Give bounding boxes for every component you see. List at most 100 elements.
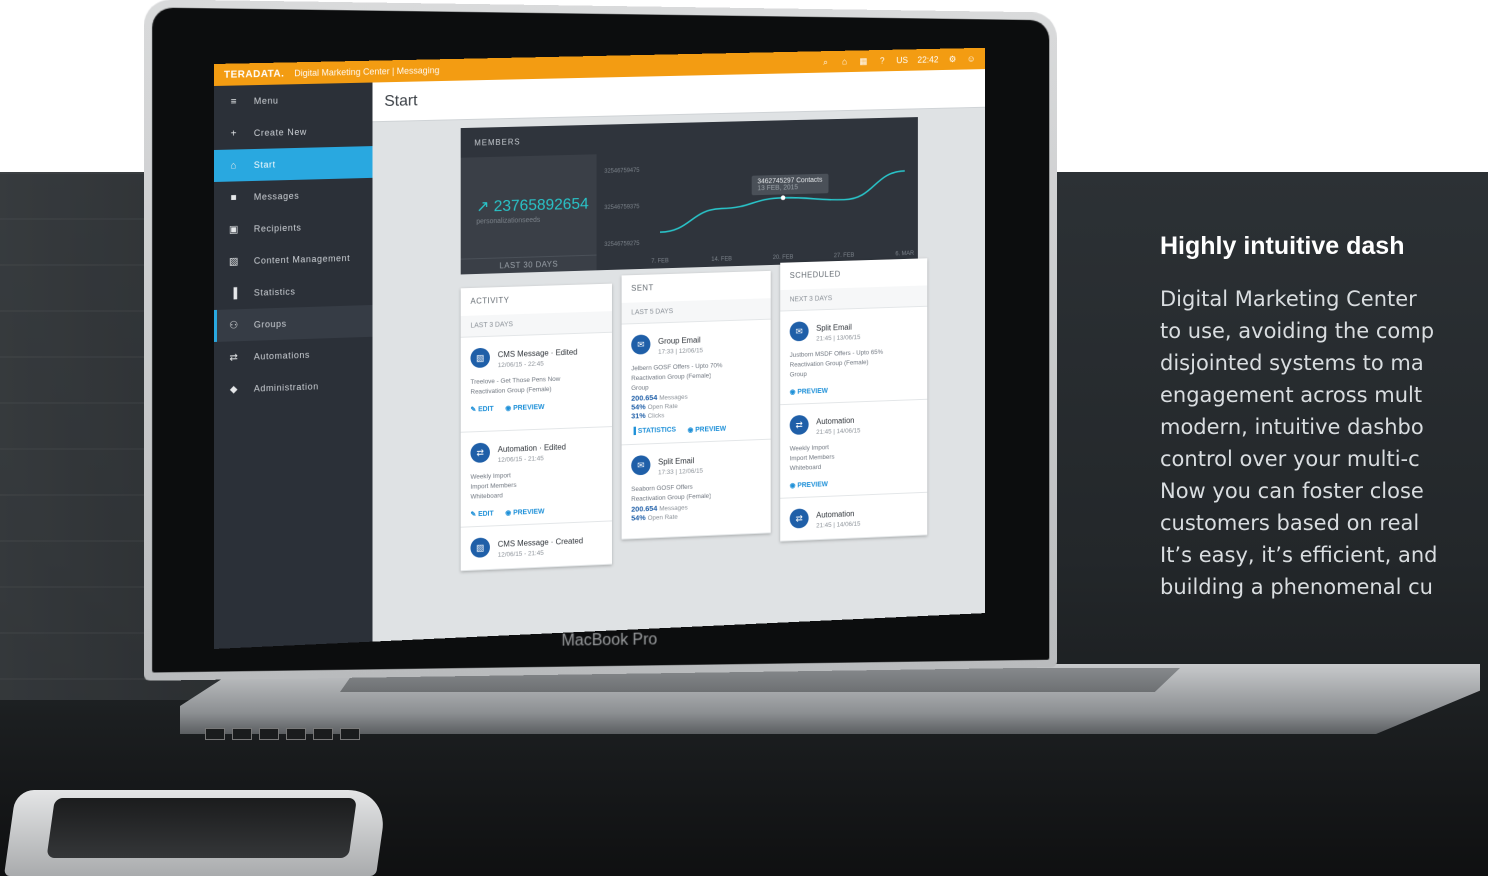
sidebar-item-recipients[interactable]: ▣ Recipients [214,210,373,246]
sidebar-item-label: Recipients [253,222,302,234]
preview-label: PREVIEW [513,403,545,413]
cms-message-icon: ▧ [470,347,490,368]
card-title: Automation [816,416,855,427]
region-label[interactable]: US [896,55,908,65]
phone-screen [46,798,357,858]
apps-grid-icon[interactable]: ▦ [859,56,868,66]
y-tick-label: 32546759275 [604,241,640,248]
x-tick-label: 20. FEB [773,255,794,261]
clock-label: 22:42 [917,54,939,65]
sidebar-item-label: Menu [253,95,279,107]
promo-line: Now you can foster close [1160,479,1424,503]
preview-label: PREVIEW [797,387,828,396]
port [232,728,252,740]
promo-heading: Highly intuitive dash [1160,232,1405,260]
activity-column: ACTIVITY LAST 3 DAYS ▧ CMS Message · Edit… [460,283,612,572]
automation-icon: ⇄ [789,507,809,529]
promo-line: Digital Marketing Center [1160,287,1417,311]
preview-label: PREVIEW [797,481,828,490]
sidebar-item-statistics[interactable]: ▐ Statistics [214,273,373,310]
sidebar-item-label: Automations [253,349,311,362]
user-icon[interactable]: ☺ [967,54,976,64]
scheduled-card[interactable]: ⇄ Automation 21:45 | 14/06/15 Weekly Impor… [780,399,928,499]
settings-icon[interactable]: ⚙ [948,54,957,64]
teradata-logo: TERADATA. [223,68,285,81]
promo-text-block: Highly intuitive dash Digital Marketing … [1160,232,1488,603]
promo-line: customers based on real [1160,511,1420,535]
edit-button[interactable]: ✎ EDIT [470,405,493,414]
sent-column: SENT LAST 5 DAYS ✉ Group Email 17:33 | 12/… [621,270,771,540]
activity-card[interactable]: ⇄ Automation · Edited 12/06/15 - 21:45 Wee… [460,427,612,528]
activity-card[interactable]: ▧ CMS Message · Edited 12/06/15 - 22:45 Tr… [460,332,612,433]
sidebar-item-start[interactable]: ⌂ Start [214,146,373,182]
x-tick-label: 6. MAR [895,251,914,257]
smartphone [3,790,389,876]
sidebar-item-label: Content Management [253,252,351,266]
card-title: Split Email [816,322,852,333]
promo-line: engagement across mult [1160,383,1423,407]
card-time: 21:45 | 14/06/15 [816,520,861,530]
sidebar-item-groups[interactable]: ⚇ Groups [214,304,373,342]
card-title: Split Email [658,456,695,467]
card-time: 17:33 | 12/06/15 [658,467,703,477]
sidebar-item-label: Create New [253,126,307,139]
members-kpi: ↗ 23765892654 personalizationseeds LAST … [460,154,597,275]
x-tick-label: 27. FEB [834,253,854,259]
statistics-label: STATISTICS [637,426,677,435]
group-icon: ⚇ [229,319,239,332]
promo-line: disjointed systems to ma [1160,351,1424,375]
scheduled-card[interactable]: ⇄ Automation 21:45 | 14/06/15 [780,492,928,542]
scheduled-column: SCHEDULED NEXT 3 DAYS ✉ Split Email 21:45 … [780,258,928,542]
automation-icon: ⇄ [470,442,490,463]
card-title: Automation · Edited [497,442,566,455]
card-time: 12/06/15 - 21:45 [497,549,544,559]
metric-value: 54% [631,513,646,523]
plus-icon: + [230,127,238,140]
promo-line: modern, intuitive dashbo [1160,415,1424,439]
bell-icon[interactable]: ⌂ [840,56,849,67]
chart-tooltip: 3462745297 Contacts 13 FEB, 2015 [751,173,829,196]
preview-button[interactable]: ◉ PREVIEW [790,387,828,396]
automation-icon: ⇄ [789,414,809,435]
scheduled-card[interactable]: ✉ Split Email 21:45 | 13/06/15 Justborn MS… [780,306,928,406]
card-time: 12/06/15 - 21:45 [497,455,544,464]
email-icon: ✉ [789,320,809,341]
sent-card[interactable]: ✉ Split Email 17:33 | 12/06/15 Seaborn GOS… [621,439,771,540]
members-total: ↗ 23765892654 [476,195,589,216]
help-icon[interactable]: ? [877,56,886,66]
edit-button[interactable]: ✎ EDIT [470,510,493,519]
messages-icon: ■ [230,191,238,204]
sent-card[interactable]: ✉ Group Email 17:33 | 12/06/15 Jelbern GOS… [621,319,771,446]
sidebar-item-create-new[interactable]: + Create New [214,114,373,150]
sidebar-item-messages[interactable]: ■ Messages [214,178,373,214]
promo-line: building a phenomenal cu [1160,575,1433,599]
search-icon[interactable]: ⌕ [821,57,830,67]
preview-button[interactable]: ◉ PREVIEW [505,507,544,517]
statistics-button[interactable]: ▐ STATISTICS [631,427,676,437]
port [205,728,225,740]
card-time: 17:33 | 12/06/15 [658,347,703,356]
port [286,728,306,740]
x-tick-label: 14. FEB [711,256,732,262]
sidebar-item-menu[interactable]: ≡ Menu [214,83,373,118]
app-title: Digital Marketing Center | Messaging [294,65,440,79]
preview-button[interactable]: ◉ PREVIEW [790,480,828,489]
data-point[interactable] [780,195,786,201]
activity-card[interactable]: ▧ CMS Message · Created 12/06/15 - 21:45 [460,521,612,572]
sidebar-item-label: Start [253,159,276,170]
card-title: CMS Message · Edited [497,347,578,360]
port [259,728,279,740]
sidebar-item-content-management[interactable]: ▧ Content Management [214,241,373,278]
main-content: Start MEMBERS ↗ 23765892654 personalizat… [372,69,986,642]
preview-button[interactable]: ◉ PREVIEW [688,425,727,434]
members-range[interactable]: LAST 30 DAYS [460,254,597,275]
bar-chart-icon: ▐ [230,287,238,299]
topbar-tools: ⌕ ⌂ ▦ ? US 22:42 ⚙ ☺ [821,54,976,67]
laptop-ports [205,728,360,740]
port [313,728,333,740]
app-screen: TERADATA. Digital Marketing Center | Mes… [214,47,986,649]
card-time: 21:45 | 14/06/15 [816,427,861,436]
sidebar-item-administration[interactable]: ◆ Administration [214,369,373,406]
sidebar-item-label: Administration [253,381,319,394]
preview-button[interactable]: ◉ PREVIEW [505,403,544,412]
